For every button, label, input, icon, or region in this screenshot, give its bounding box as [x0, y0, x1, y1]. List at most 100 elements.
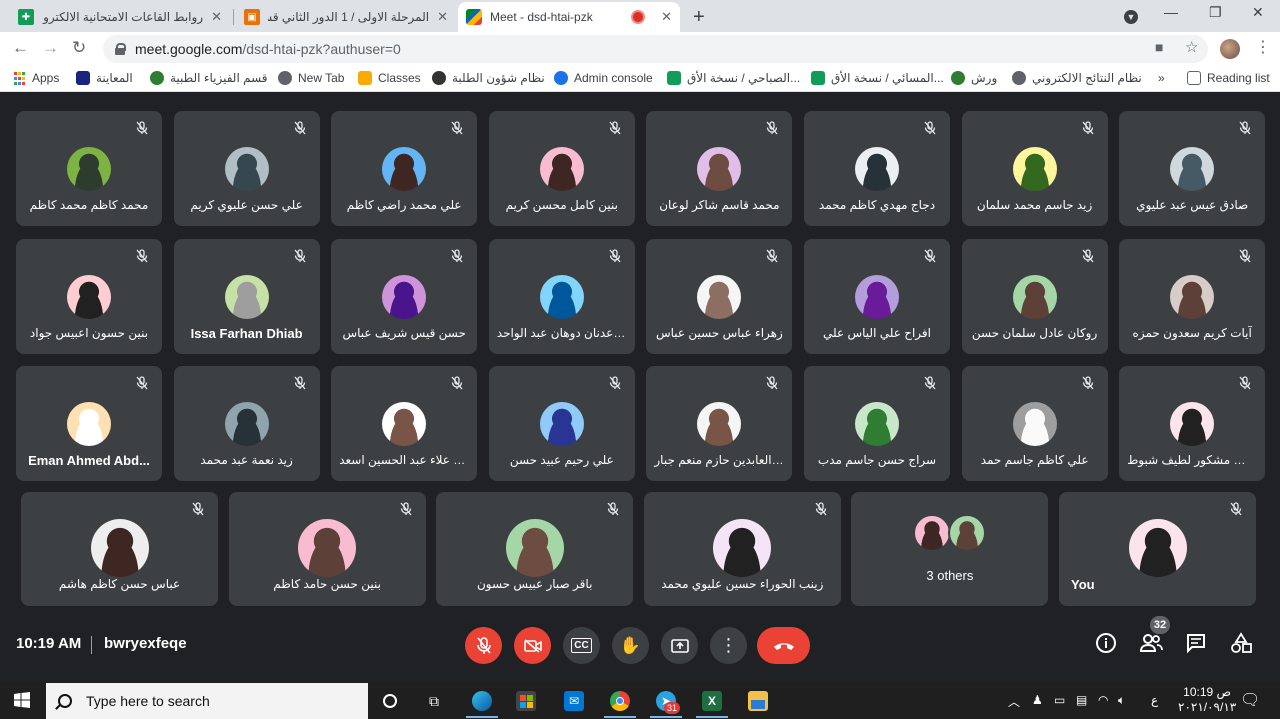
participant-tile[interactable]: علي كاظم جاسم حمد [961, 366, 1108, 482]
tab-exam-links[interactable]: ✚ روابط القاعات الامتحانية الالكترونية ✕ [10, 2, 230, 32]
bookmark-item[interactable]: Reading list [1187, 71, 1270, 85]
bookmark-item[interactable]: Apps [12, 71, 59, 85]
participant-tile[interactable]: بنين كامل محسن كريم [488, 111, 635, 226]
taskbar-search-box[interactable]: Type here to search [46, 683, 368, 719]
back-icon[interactable]: ← [12, 38, 29, 58]
mic-muted-icon [134, 375, 150, 391]
restore-icon[interactable]: ❐ [1209, 4, 1222, 21]
forward-icon[interactable]: → [42, 38, 59, 58]
battery-icon[interactable]: ▭ [1054, 693, 1065, 707]
bookmark-item[interactable]: Classes [358, 71, 421, 85]
participant-tile[interactable]: زيد جاسم محمد سلمان [961, 111, 1108, 226]
cortana-icon[interactable] [380, 691, 400, 711]
meeting-info-button[interactable] [1094, 632, 1118, 656]
bookmark-item[interactable]: Admin console [554, 71, 653, 85]
participant-tile[interactable]: علي محمد راضي كاظم [331, 111, 478, 226]
participant-tile[interactable]: زينب مشكور لطيف شبوط [1119, 366, 1266, 482]
present-button[interactable] [661, 627, 698, 664]
participant-tile[interactable]: Issa Farhan Dhiab [173, 238, 320, 354]
participant-tile[interactable]: علي حسن عليوي كريم [173, 111, 320, 226]
raise-hand-button[interactable]: ✋ [612, 627, 649, 664]
system-clock[interactable]: 10:19 ص ٢٠٢١/٠٩/١٣ [1178, 685, 1236, 715]
mic-muted-icon [1080, 375, 1096, 391]
chat-button[interactable] [1184, 632, 1208, 656]
participant-tile[interactable]: بنين حسون اعبيس جواد [16, 238, 162, 354]
participant-tile[interactable]: عباس حسن كاظم هاشم [21, 492, 218, 606]
captions-button[interactable]: CC [563, 627, 600, 664]
mic-muted-icon [764, 120, 780, 136]
close-icon[interactable]: ✕ [661, 9, 672, 25]
store-icon[interactable] [516, 691, 536, 711]
participant-tile[interactable]: زهراء عباس حسين عباس [646, 238, 793, 354]
participant-tile[interactable]: دجاج مهدي كاظم محمد [804, 111, 950, 226]
show-hidden-icons[interactable]: ︿ [1008, 693, 1020, 710]
bookmark-star-icon[interactable]: ☆ [1185, 38, 1198, 56]
task-view-icon[interactable]: ⧉ [424, 691, 444, 711]
notifications-icon[interactable]: 🗨︎ [1240, 690, 1260, 710]
close-window-icon[interactable]: ✕ [1252, 4, 1264, 21]
participant-tile[interactable]: بنين حسن حامد كاظم [228, 492, 426, 606]
participant-tile[interactable]: باقر علاء عبد الحسين اسعد [331, 366, 478, 482]
device-icon[interactable]: ▤ [1076, 693, 1087, 707]
participant-tile[interactable]: باقر صبار عبيس حسون [436, 492, 634, 606]
edge-icon[interactable] [472, 691, 492, 711]
activities-button[interactable] [1229, 632, 1253, 656]
network-people-icon[interactable]: ♟ [1032, 693, 1043, 707]
bookmark-item[interactable]: New Tab [278, 71, 344, 85]
bookmark-item[interactable]: ورش [951, 71, 997, 85]
participant-tile[interactable]: افراح علي الياس علي [804, 238, 950, 354]
mic-off-icon [476, 636, 491, 654]
bookmark-item[interactable]: قسم الفيزياء الطبية [150, 71, 268, 85]
chrome-icon[interactable] [610, 691, 630, 711]
leave-call-button[interactable] [757, 627, 810, 664]
bookmark-item[interactable]: المعاينة [76, 71, 133, 85]
volume-icon[interactable]: 🔈︎ [1118, 693, 1125, 708]
profile-avatar[interactable] [1220, 39, 1240, 59]
participant-tile[interactable]: روكان عادل سلمان حسن [961, 238, 1108, 354]
participant-name: علي كاظم جاسم حمد [980, 453, 1089, 468]
participant-tile[interactable]: زينب الحوراء حسين عليوي محمد [643, 492, 841, 606]
participant-tile[interactable]: زين العابدين حازم منعم جبار [646, 366, 793, 482]
close-icon[interactable]: ✕ [211, 9, 222, 25]
bookmark-item[interactable]: الصباحي / نسخة الأق... [667, 71, 800, 85]
bookmark-item[interactable]: » [1158, 71, 1165, 85]
participant-tile[interactable]: محمد قاسم شاكر لوعان [646, 111, 793, 226]
participant-tile[interactable]: علي رحيم عبيد حسن [488, 366, 635, 482]
bookmark-item[interactable]: نظام النتائج الالكتروني [1012, 71, 1142, 85]
mic-muted-icon [1080, 120, 1096, 136]
self-tile[interactable]: You [1059, 492, 1256, 606]
participant-tile[interactable]: حسن قيس شريف عباس [331, 238, 478, 354]
tab-search-icon[interactable]: ▼ [1124, 7, 1138, 24]
windows-start-icon[interactable] [14, 692, 30, 708]
avatar [1170, 274, 1215, 319]
participant-tile[interactable]: محمد كاظم محمد كاظم [16, 111, 162, 226]
others-tile[interactable]: 3 others [851, 492, 1049, 606]
participant-tile[interactable]: ــن عدنان دوهان عبد الواحد [488, 238, 635, 354]
participant-tile[interactable]: صادق عيس عبد عليوي [1119, 111, 1266, 226]
close-icon[interactable]: ✕ [437, 9, 448, 25]
mic-off-button[interactable] [465, 627, 502, 664]
participant-tile[interactable]: آيات كريم سعدون حمزه [1119, 238, 1266, 354]
camera-indicator-icon[interactable]: ■ [1155, 39, 1163, 55]
people-button[interactable] [1139, 632, 1163, 656]
tab-title: المرحلة الاولى / 1 الدور الثاني قسم [268, 10, 430, 24]
participant-tile[interactable]: Eman Ahmed Abd... [16, 366, 162, 482]
reload-icon[interactable]: ↻ [72, 38, 86, 58]
browser-menu-icon[interactable]: ⋮ [1255, 37, 1271, 57]
tab-stage-one[interactable]: ▣ المرحلة الاولى / 1 الدور الثاني قسم ✕ [236, 2, 456, 32]
address-bar[interactable]: meet.google.com/dsd-htai-pzk?authuser=0 [103, 35, 1208, 63]
bookmark-item[interactable]: المسائي / نسخة الأق... [811, 71, 944, 85]
more-options-button[interactable]: ⋮ [710, 627, 747, 664]
input-language[interactable]: ع [1151, 693, 1158, 707]
bookmark-item[interactable]: نظام شؤون الطلبة [432, 71, 545, 85]
wifi-icon[interactable]: ◠ [1098, 693, 1108, 707]
camera-off-button[interactable] [514, 627, 551, 664]
mail-icon[interactable]: ✉ [564, 691, 584, 711]
participant-tile[interactable]: سراج حسن جاسم مدب [804, 366, 950, 482]
tab-meet[interactable]: Meet - dsd-htai-pzk ✕ [458, 2, 680, 32]
excel-icon[interactable]: X [702, 691, 722, 711]
new-tab-button[interactable]: + [693, 6, 705, 29]
minimize-icon[interactable]: — [1164, 4, 1178, 20]
participant-tile[interactable]: زيد نعمة عبد محمد [173, 366, 320, 482]
file-explorer-icon[interactable] [748, 691, 768, 711]
